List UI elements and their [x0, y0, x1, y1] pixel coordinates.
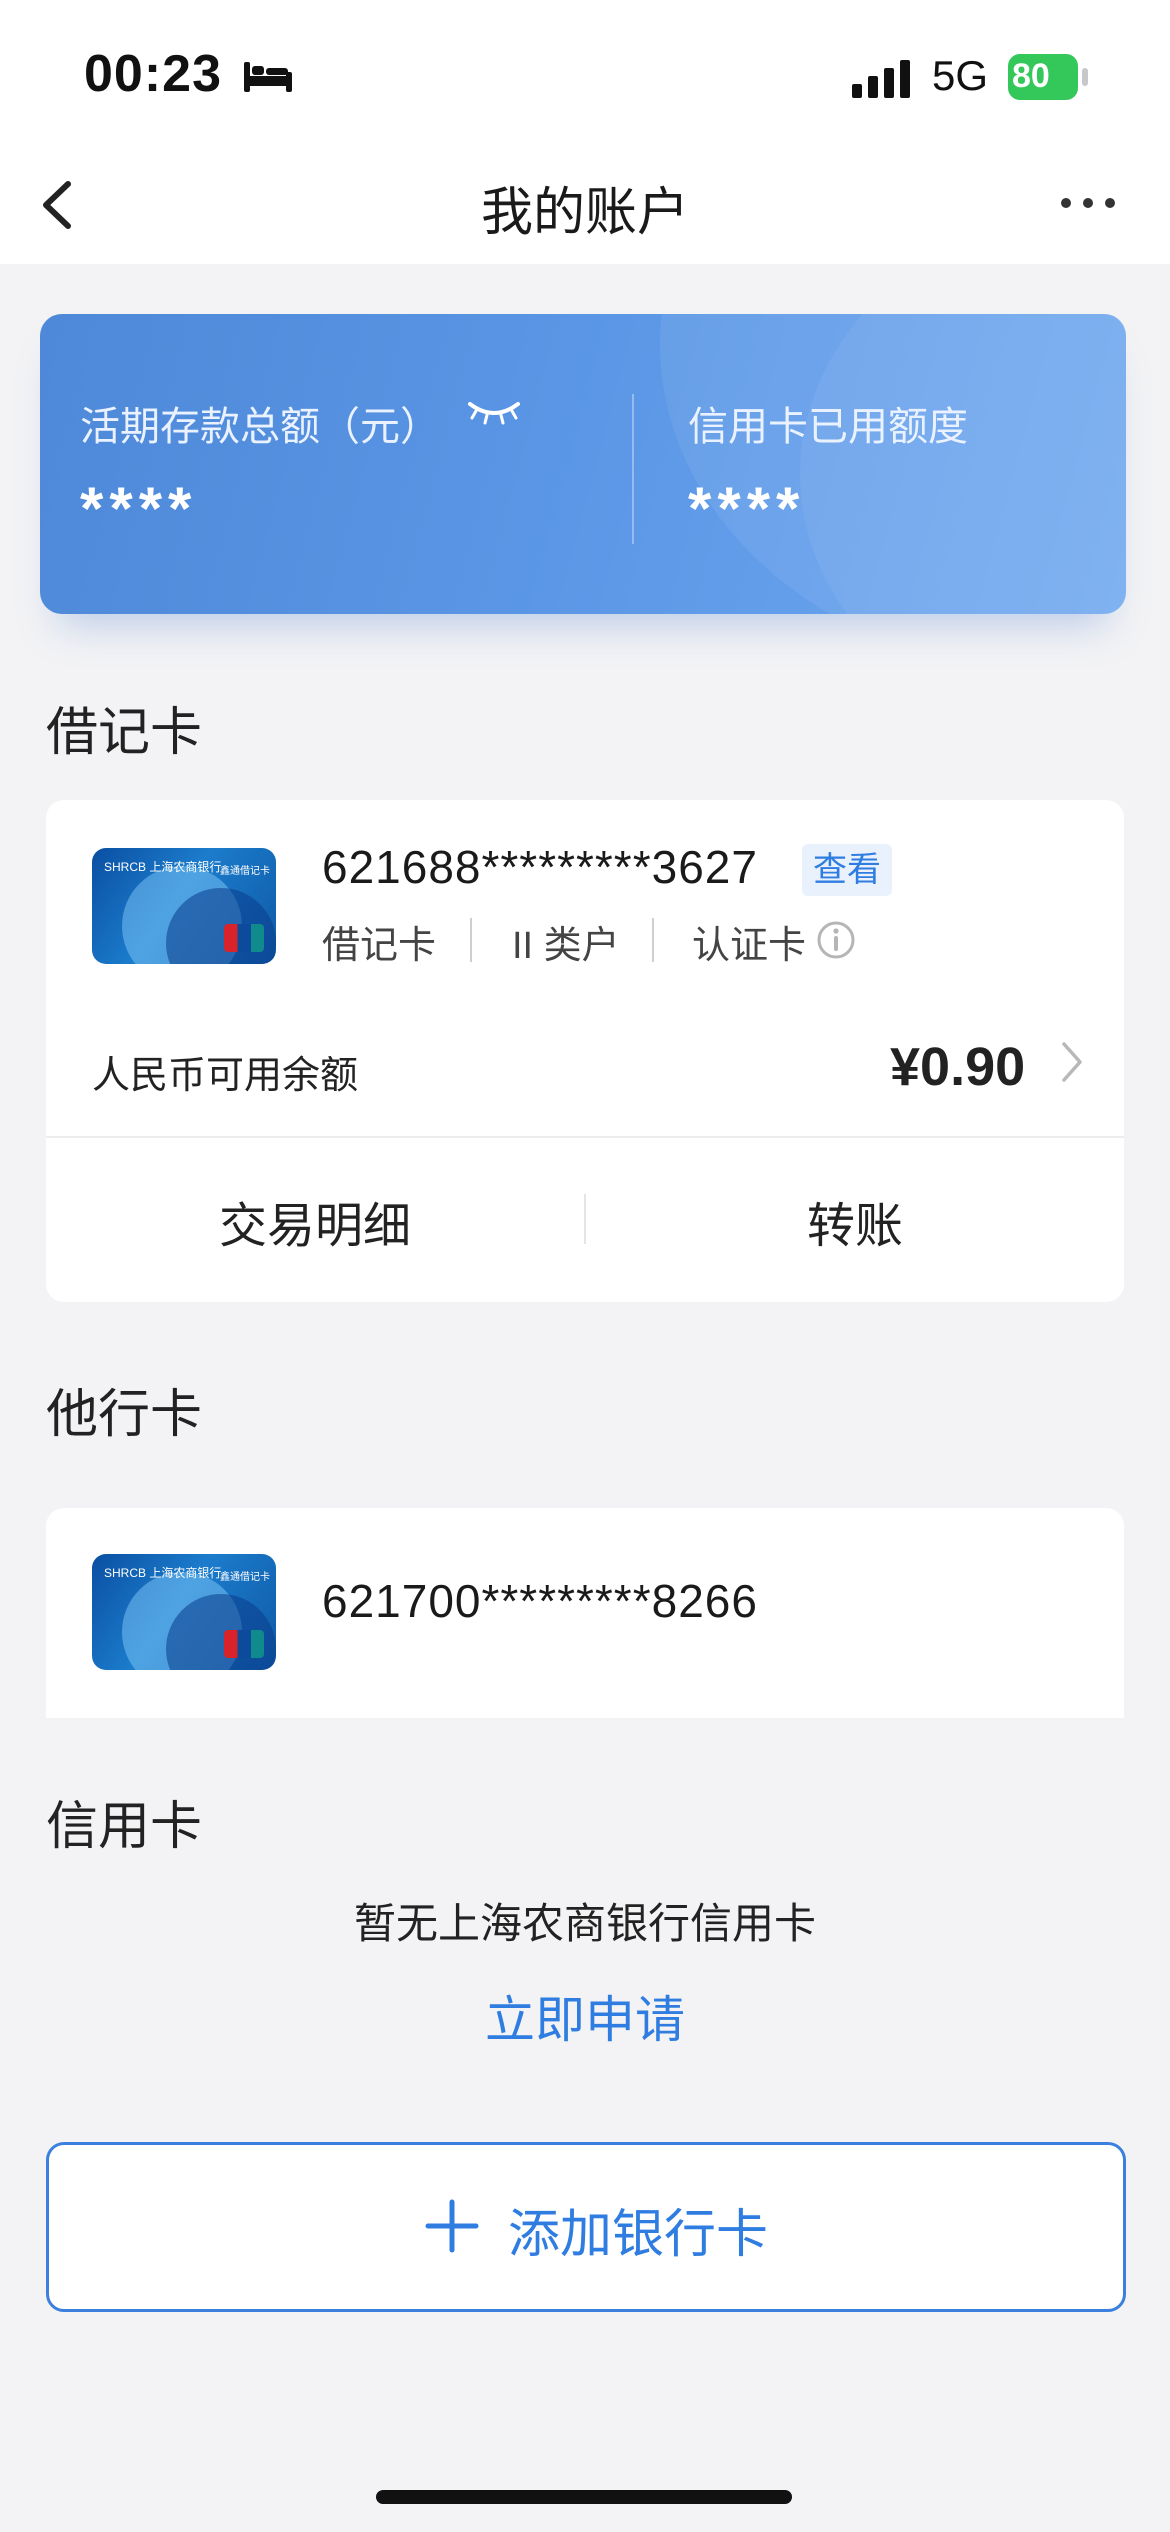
card-type-text: 鑫通借记卡: [220, 1572, 270, 1583]
balance-value[interactable]: ¥0.90: [890, 1036, 1025, 1098]
network-type: 5G: [932, 52, 989, 99]
view-card-number-button[interactable]: 查看: [802, 844, 892, 896]
sleep-focus-icon: [244, 62, 292, 92]
credit-used-label: 信用卡已用额度: [688, 405, 968, 449]
no-credit-card-text: 暂无上海农商银行信用卡: [353, 1900, 816, 1947]
other-bank-card-image[interactable]: SHRCB 上海农商银行 鑫通借记卡: [92, 1554, 276, 1670]
card-brand: SHRCB 上海农商银行: [104, 860, 222, 874]
home-indicator[interactable]: [376, 2490, 792, 2504]
battery-level: 80: [1012, 57, 1050, 95]
apply-now-link[interactable]: 立即申请: [0, 1980, 1170, 2052]
chevron-right-icon[interactable]: [1060, 1040, 1084, 1084]
add-bank-card-label[interactable]: 添加银行卡: [508, 2192, 768, 2267]
savings-total-value: ****: [80, 475, 198, 542]
debit-card-image[interactable]: SHRCB 上海农商银行 鑫通借记卡: [92, 848, 276, 964]
summary-divider: [632, 394, 634, 544]
card-tag-account-class: II 类户: [512, 925, 620, 967]
other-bank-section-title: 他行卡: [46, 1386, 203, 1444]
tag-separator: [470, 918, 472, 962]
cellular-signal-icon: [852, 60, 910, 98]
info-icon[interactable]: [816, 920, 856, 960]
unionpay-logo-icon: [224, 924, 264, 952]
hidden-eye-icon[interactable]: [466, 398, 522, 426]
decorative-shape: [800, 314, 1126, 614]
balance-label: 人民币可用余额: [92, 1055, 359, 1097]
debit-card-number: 621688*********3627: [322, 841, 758, 893]
card-divider: [46, 1136, 1124, 1138]
credit-used-value: ****: [688, 475, 806, 542]
unionpay-logo-icon: [224, 1630, 264, 1658]
transfer-button[interactable]: 转账: [586, 1186, 1124, 1256]
debit-section-title: 借记卡: [46, 704, 203, 762]
card-tag-debit: 借记卡: [322, 925, 437, 967]
plus-icon[interactable]: [424, 2198, 480, 2254]
card-tag-verified: 认证卡: [692, 925, 807, 967]
card-brand: SHRCB 上海农商银行: [104, 1566, 222, 1580]
battery-indicator: 80: [1008, 54, 1088, 100]
account-summary-card: 活期存款总额（元） **** 信用卡已用额度 ****: [40, 314, 1126, 614]
credit-section-title: 信用卡: [46, 1798, 203, 1856]
tag-separator: [652, 918, 654, 962]
status-time: 00:23: [84, 45, 222, 103]
transaction-details-button[interactable]: 交易明细: [46, 1186, 584, 1256]
page-title: 我的账户: [480, 184, 689, 242]
savings-total-label: 活期存款总额（元）: [80, 405, 440, 449]
card-type-text: 鑫通借记卡: [220, 866, 270, 877]
battery-tip: [1082, 68, 1088, 86]
more-options-icon[interactable]: [1058, 188, 1118, 218]
other-bank-card-number: 621700*********8266: [322, 1575, 758, 1627]
